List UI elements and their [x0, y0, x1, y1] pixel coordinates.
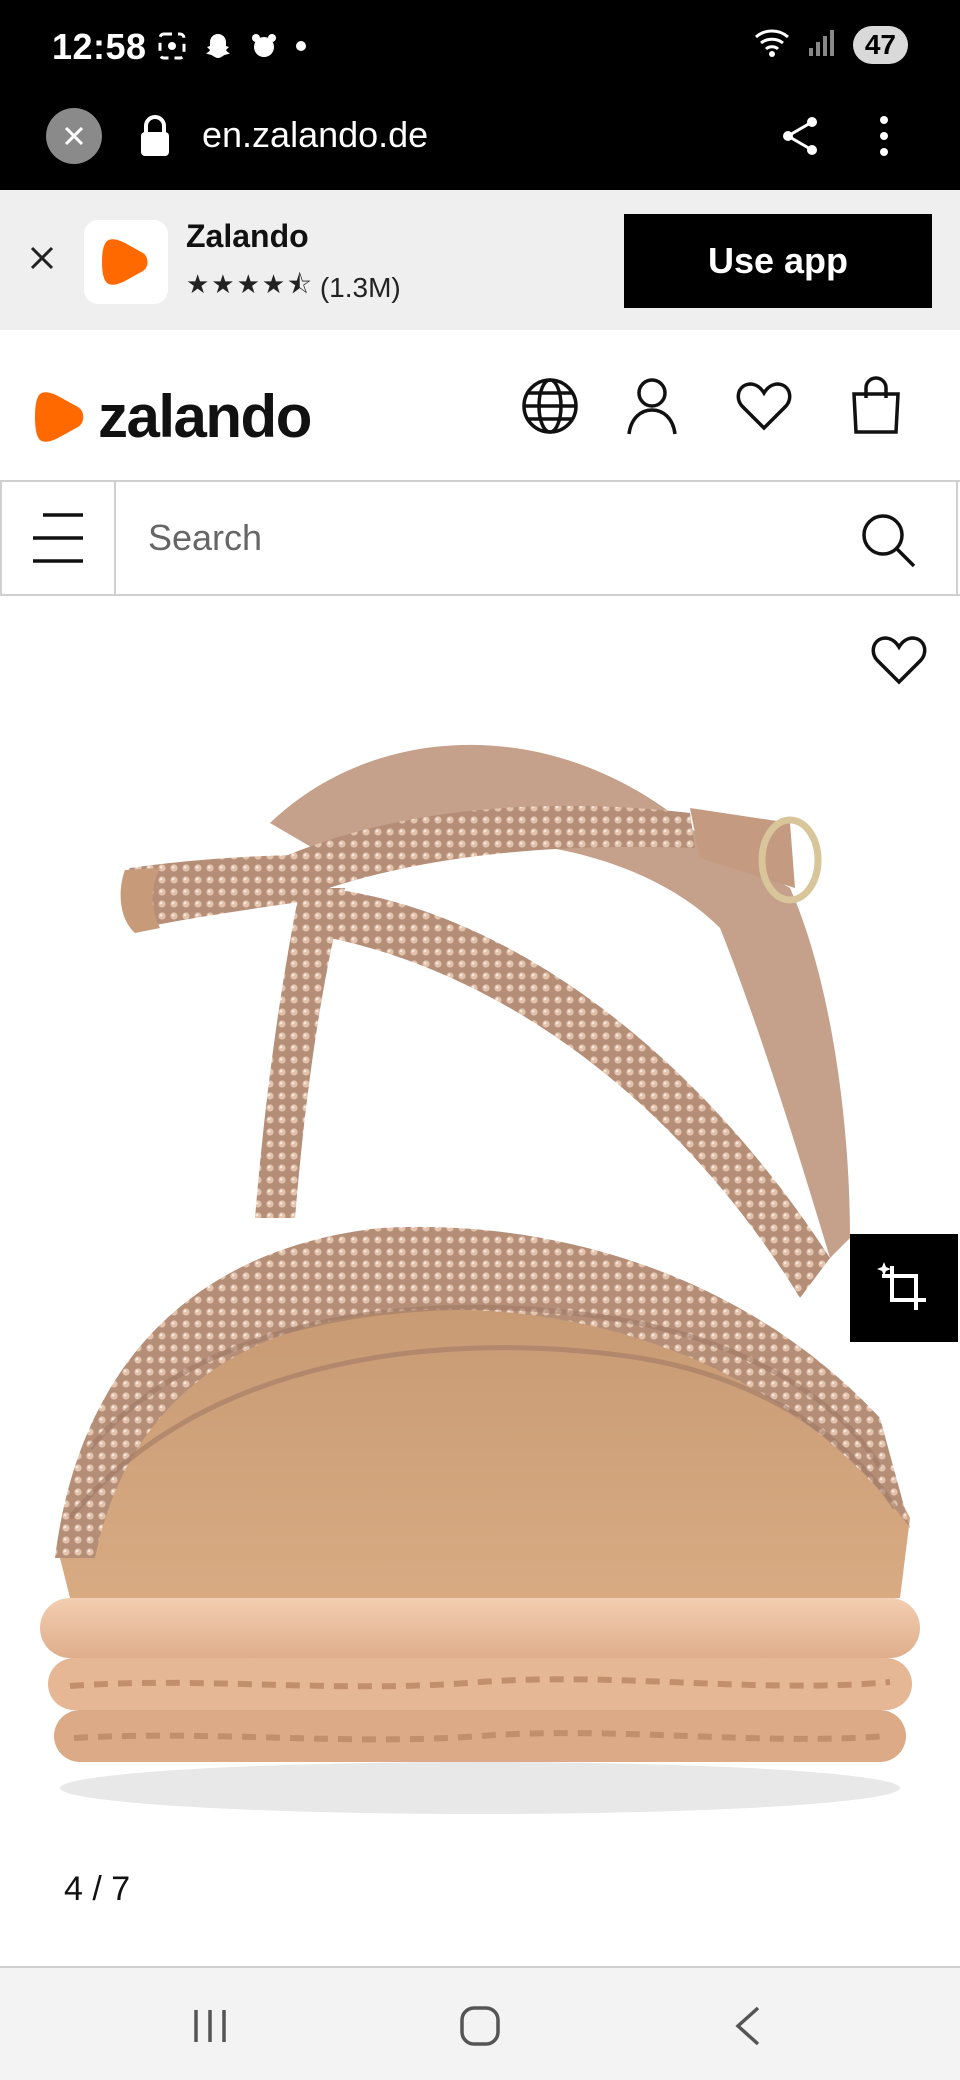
- wifi-icon: [753, 27, 791, 64]
- heart-icon: [871, 636, 927, 685]
- crop-search-icon: [877, 1262, 926, 1310]
- search-icon[interactable]: [858, 510, 918, 575]
- home-icon[interactable]: [450, 1998, 510, 2054]
- zalando-logo[interactable]: zalando: [32, 382, 312, 451]
- banner-app-name: Zalando: [186, 218, 309, 254]
- account-icon[interactable]: [622, 376, 682, 436]
- battery-indicator: 47: [852, 26, 908, 64]
- search-row: [0, 480, 960, 596]
- hamburger-menu-icon: [33, 513, 83, 563]
- use-app-button[interactable]: Use app: [624, 214, 932, 308]
- logo-text: zalando: [98, 383, 312, 450]
- zalando-logo-icon: [35, 391, 84, 442]
- visual-search-button[interactable]: [850, 1234, 958, 1342]
- banner-close-button[interactable]: [24, 240, 60, 276]
- globe-icon[interactable]: [520, 376, 580, 436]
- more-notifications-dot: [294, 39, 308, 58]
- back-icon[interactable]: [718, 1998, 778, 2054]
- close-icon: [64, 126, 84, 146]
- product-image-sandal[interactable]: [0, 598, 960, 1848]
- banner-rating: ★★★★⯪ (1.3M): [186, 266, 401, 310]
- search-input[interactable]: [148, 510, 828, 566]
- rating-stars-icon: ★★★★⯪: [186, 269, 314, 299]
- app-download-banner: Zalando ★★★★⯪ (1.3M) Use app: [0, 190, 960, 330]
- product-image-gallery[interactable]: 4 / 7: [0, 598, 960, 1966]
- site-header: zalando: [0, 330, 960, 480]
- notification-icons: [156, 30, 308, 67]
- app-notification-icon: [248, 30, 280, 67]
- wishlist-icon[interactable]: [734, 376, 794, 436]
- menu-button[interactable]: [0, 482, 116, 594]
- url-address[interactable]: en.zalando.de: [202, 114, 428, 156]
- browser-url-bar: en.zalando.de: [0, 100, 960, 190]
- close-tab-button[interactable]: [46, 108, 102, 164]
- system-nav-bar: [0, 1966, 960, 2080]
- more-options-icon[interactable]: [872, 112, 896, 165]
- zalando-app-logo: [84, 220, 168, 304]
- rating-count: (1.3M): [319, 272, 401, 303]
- gallery-page-counter: 4 / 7: [64, 1870, 131, 1908]
- status-right: 47: [753, 26, 908, 64]
- screenshot-icon: [156, 30, 188, 67]
- snapchat-icon: [202, 30, 234, 67]
- share-icon[interactable]: [780, 114, 820, 163]
- search-field: [118, 482, 958, 594]
- close-icon: [30, 246, 54, 270]
- bag-icon[interactable]: [846, 376, 906, 436]
- status-bar: 12:58 47: [0, 0, 960, 100]
- recents-icon[interactable]: [180, 1998, 240, 2054]
- signal-icon: [807, 28, 837, 63]
- status-time: 12:58: [52, 26, 147, 67]
- lock-icon[interactable]: [138, 114, 172, 163]
- add-to-wishlist-button[interactable]: [870, 634, 928, 691]
